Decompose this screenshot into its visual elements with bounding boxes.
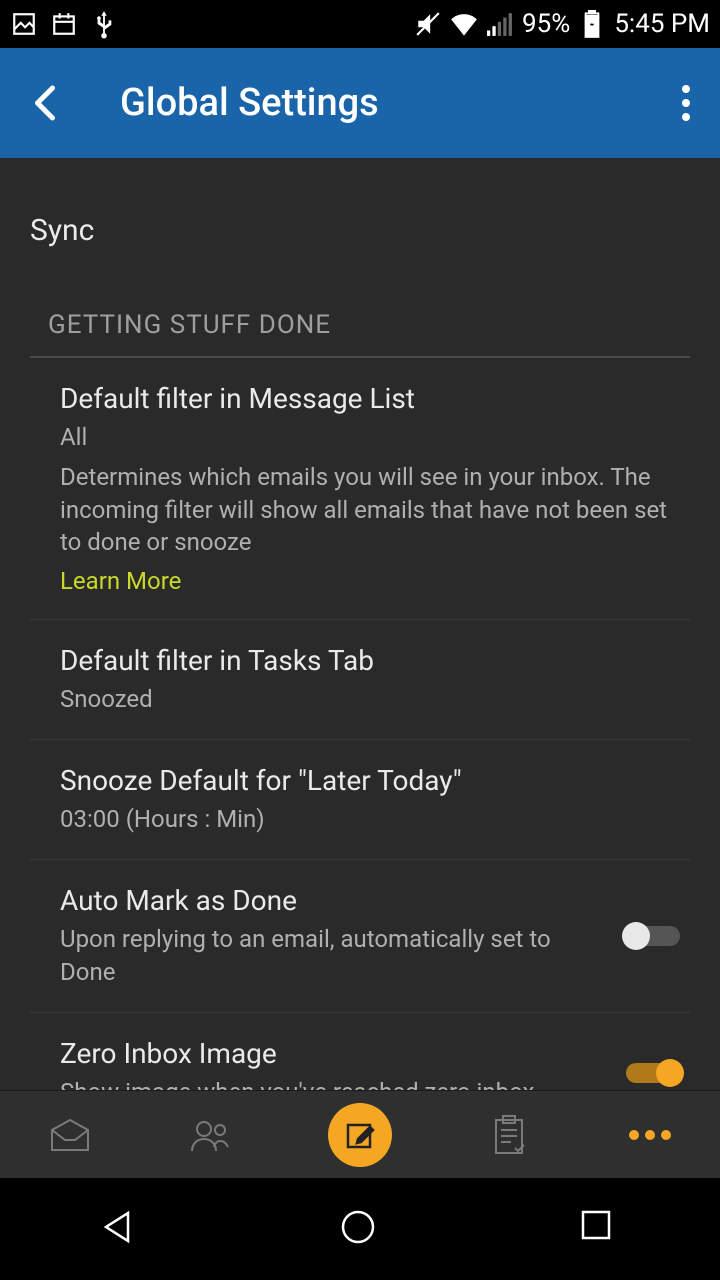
mute-icon [414, 10, 442, 38]
contacts-tab[interactable] [187, 1111, 235, 1159]
setting-title: Default filter in Message List [60, 382, 690, 415]
calendar-icon [50, 10, 78, 38]
toggle-zero-inbox-image[interactable] [626, 1063, 680, 1083]
setting-title: Snooze Default for "Later Today" [60, 764, 690, 797]
settings-content: Sync GETTING STUFF DONE Default filter i… [0, 158, 720, 1090]
setting-sync[interactable]: Sync [30, 158, 690, 298]
setting-title: Default filter in Tasks Tab [60, 644, 690, 677]
back-button[interactable] [20, 78, 70, 128]
inbox-tab[interactable] [46, 1111, 94, 1159]
battery-percent: 95% [522, 9, 570, 39]
nav-home-button[interactable] [338, 1207, 382, 1251]
setting-description: Show image when you've reached zero inbo… [60, 1076, 600, 1090]
tasks-tab[interactable] [485, 1111, 533, 1159]
battery-icon [578, 10, 606, 38]
wifi-icon [450, 10, 478, 38]
signal-icon [486, 10, 514, 38]
bottom-tab-bar [0, 1090, 720, 1178]
clock-time: 5:45 PM [614, 9, 710, 39]
status-bar: 95% 5:45 PM [0, 0, 720, 48]
learn-more-link[interactable]: Learn More [60, 567, 181, 595]
setting-description: Determines which emails you will see in … [60, 461, 690, 558]
section-header: GETTING STUFF DONE [30, 298, 690, 358]
sync-label: Sync [30, 213, 94, 248]
gallery-icon [10, 10, 38, 38]
setting-default-filter-tasks[interactable]: Default filter in Tasks Tab Snoozed [30, 620, 690, 740]
toggle-auto-mark-done[interactable] [626, 926, 680, 946]
setting-value: Snoozed [60, 683, 690, 715]
setting-snooze-default[interactable]: Snooze Default for "Later Today" 03:00 (… [30, 740, 690, 860]
setting-zero-inbox-image[interactable]: Zero Inbox Image Show image when you've … [30, 1013, 690, 1090]
setting-default-filter-messages[interactable]: Default filter in Message List All Deter… [30, 358, 690, 620]
setting-value: 03:00 (Hours : Min) [60, 803, 690, 835]
page-title: Global Settings [120, 81, 379, 125]
compose-button[interactable] [328, 1103, 392, 1167]
setting-title: Zero Inbox Image [60, 1037, 600, 1070]
setting-description: Upon replying to an email, automatically… [60, 923, 600, 988]
app-bar: Global Settings [0, 48, 720, 158]
overflow-menu-button[interactable] [672, 75, 700, 131]
setting-title: Auto Mark as Done [60, 884, 600, 917]
setting-auto-mark-done[interactable]: Auto Mark as Done Upon replying to an em… [30, 860, 690, 1013]
nav-back-button[interactable] [98, 1207, 142, 1251]
setting-value: All [60, 421, 690, 453]
usb-icon [90, 10, 118, 38]
android-nav-bar [0, 1178, 720, 1280]
nav-recent-button[interactable] [578, 1207, 622, 1251]
more-tab[interactable] [626, 1111, 674, 1159]
